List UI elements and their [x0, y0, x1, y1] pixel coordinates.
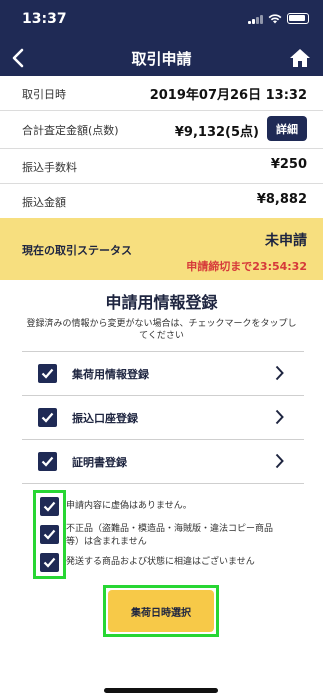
reg-item-label: 証明書登録: [72, 456, 127, 469]
detail-button[interactable]: 詳細: [267, 116, 307, 141]
info-row-transfer-fee: 振込手数料 ¥250: [0, 149, 323, 184]
transfer-fee-value: ¥250: [270, 157, 307, 172]
trade-status-panel: 現在の取引ステータス 未申請 申請締切まで23:54:32: [0, 218, 323, 280]
chevron-right-icon: [275, 409, 284, 425]
info-row-total-amount: 合計査定金額(点数) ¥9,132(5点) 詳細: [0, 111, 323, 149]
trade-status-label: 現在の取引ステータス: [22, 244, 132, 257]
wifi-icon: [268, 13, 282, 23]
pickup-datetime-button[interactable]: 集荷日時選択: [108, 590, 214, 632]
checkbox-checked[interactable]: [38, 452, 57, 471]
check-icon: [41, 456, 54, 467]
battery-icon: [287, 13, 309, 24]
chevron-right-icon: [275, 365, 284, 381]
transfer-fee-label: 振込手数料: [22, 161, 77, 174]
transfer-amount-label: 振込金額: [22, 196, 66, 209]
deadline-countdown: 申請締切まで23:54:32: [186, 260, 307, 273]
check-icon: [41, 412, 54, 423]
check-icon: [43, 529, 56, 540]
reg-item-label: 振込口座登録: [72, 412, 138, 425]
section-description: 登録済みの情報から変更がない場合は、チェックマークをタップしてください: [26, 319, 297, 341]
page-title: 取引申請: [131, 50, 192, 68]
agreement-text: 発送する商品および状態に相違はございません: [66, 557, 255, 567]
agreement-text: 申請内容に虚偽はありません。: [66, 501, 192, 511]
info-row-trade-datetime: 取引日時 2019年07月26日 13:32: [0, 76, 323, 111]
info-row-transfer-amount: 振込金額 ¥8,882: [0, 184, 323, 219]
check-icon: [43, 501, 56, 512]
section-title: 申請用情報登録: [105, 293, 218, 312]
status-icons: [248, 13, 309, 24]
reg-item-label: 集荷用情報登録: [72, 368, 149, 381]
check-icon: [43, 557, 56, 568]
chevron-right-icon: [275, 453, 284, 469]
status-time: 13:37: [22, 11, 67, 27]
reg-item-pickup-info[interactable]: 集荷用情報登録: [22, 351, 304, 395]
checkbox-checked[interactable]: [38, 364, 57, 383]
agreement-checkbox[interactable]: [40, 525, 59, 544]
home-indicator: [104, 688, 218, 693]
signal-icon: [248, 14, 263, 24]
agreement-checkbox[interactable]: [40, 553, 59, 572]
agreement-checkbox[interactable]: [40, 497, 59, 516]
trade-datetime-label: 取引日時: [22, 88, 66, 101]
reg-item-bank-account[interactable]: 振込口座登録: [22, 395, 304, 439]
home-icon[interactable]: [289, 47, 311, 69]
transfer-amount-value: ¥8,882: [256, 192, 307, 207]
agreement-text: 不正品（盗難品・模造品・海賊版・違法コピー商品等）は含まれません: [66, 524, 274, 547]
checkbox-checked[interactable]: [38, 408, 57, 427]
total-amount-label: 合計査定金額(点数): [22, 124, 119, 137]
nav-bar: 取引申請: [0, 40, 323, 76]
reg-item-certificate[interactable]: 証明書登録: [22, 439, 304, 484]
trade-status-value: 未申請: [265, 233, 307, 249]
check-icon: [41, 368, 54, 379]
trade-datetime-value: 2019年07月26日 13:32: [149, 88, 307, 103]
status-bar: 13:37: [0, 0, 323, 40]
total-amount-value: ¥9,132(5点): [174, 125, 259, 140]
